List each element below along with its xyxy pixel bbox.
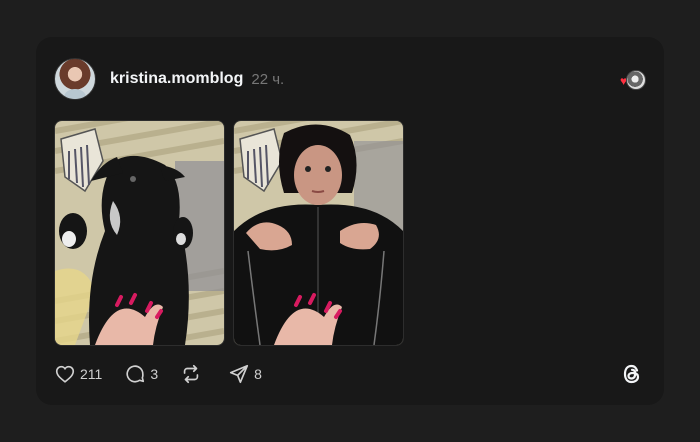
post-photo-woman[interactable]: [233, 120, 404, 346]
post-media: [54, 120, 404, 346]
like-count: 211: [80, 366, 103, 382]
reply-button[interactable]: 3: [124, 363, 158, 385]
author-username[interactable]: kristina.momblog: [110, 70, 243, 88]
post-actions: 211 3 8: [54, 359, 284, 389]
reply-count: 3: [150, 366, 159, 382]
author-avatar[interactable]: [54, 58, 96, 100]
heart-outline-icon: [55, 365, 75, 383]
post-photo-dog[interactable]: [54, 120, 225, 346]
reactor-avatar: [626, 70, 646, 90]
paper-plane-icon: [230, 364, 249, 384]
repost-button[interactable]: [180, 363, 206, 385]
like-button[interactable]: 211: [54, 363, 102, 385]
post-timestamp[interactable]: 22 ч.: [251, 71, 284, 88]
threads-logo-icon[interactable]: [618, 360, 646, 388]
repost-arrows-icon: [183, 364, 199, 384]
woman-photo-image: [234, 121, 403, 345]
share-count: 8: [254, 366, 262, 382]
share-button[interactable]: 8: [228, 363, 262, 385]
post-card: kristina.momblog 22 ч. ♥ 211 3 8: [36, 37, 664, 405]
dog-photo-image: [55, 121, 224, 345]
post-header: kristina.momblog 22 ч.: [54, 57, 284, 101]
speech-bubble-icon: [126, 365, 145, 383]
reaction-indicator[interactable]: ♥: [620, 70, 646, 90]
